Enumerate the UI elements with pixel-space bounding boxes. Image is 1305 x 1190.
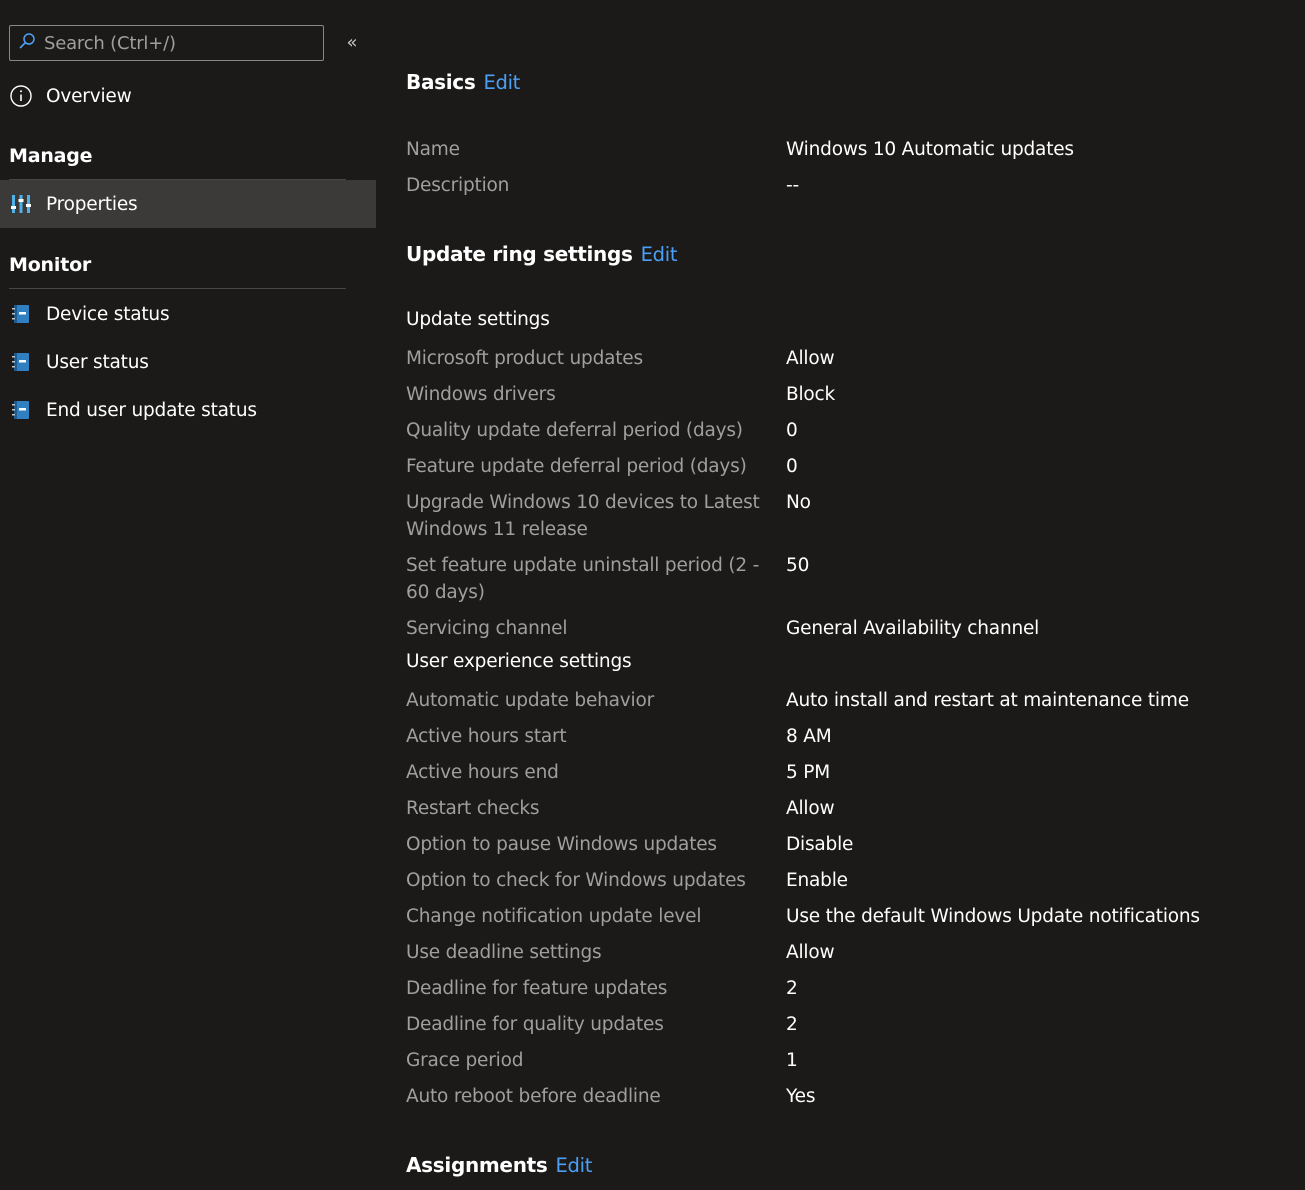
property-value: 0 bbox=[786, 456, 798, 477]
report-icon bbox=[9, 350, 33, 374]
property-value: Allow bbox=[786, 798, 835, 819]
section-title: Update ring settings bbox=[406, 242, 633, 266]
nav-item-overview[interactable]: Overview bbox=[0, 72, 376, 120]
property-value: Windows 10 Automatic updates bbox=[786, 139, 1074, 160]
property-value: Use the default Windows Update notificat… bbox=[786, 906, 1200, 927]
collapse-sidebar-button[interactable]: « bbox=[342, 31, 362, 53]
property-value: 2 bbox=[786, 1014, 798, 1035]
property-value: Yes bbox=[786, 1086, 816, 1107]
nav-item-end-user-update-status[interactable]: End user update status bbox=[0, 386, 376, 434]
update-settings-header: Update settings bbox=[406, 309, 550, 330]
property-label: Set feature update uninstall period (2 -… bbox=[406, 555, 760, 603]
property-label: Feature update deferral period (days) bbox=[406, 456, 747, 477]
property-value: 5 PM bbox=[786, 762, 830, 783]
edit-assignments-link[interactable]: Edit bbox=[556, 1154, 593, 1177]
property-value: Allow bbox=[786, 942, 835, 963]
property-label: Restart checks bbox=[406, 798, 540, 819]
property-label: Automatic update behavior bbox=[406, 690, 655, 711]
property-label: Deadline for feature updates bbox=[406, 978, 668, 999]
sidebar: Search (Ctrl+/) « Overview Manage Proper… bbox=[0, 0, 376, 1190]
section-header-update-ring-settings: Update ring settings Edit bbox=[406, 242, 677, 266]
section-title: Assignments bbox=[406, 1153, 548, 1177]
property-value: General Availability channel bbox=[786, 618, 1040, 639]
property-label: Servicing channel bbox=[406, 618, 568, 639]
property-label: Quality update deferral period (days) bbox=[406, 420, 743, 441]
property-label: Microsoft product updates bbox=[406, 348, 643, 369]
property-value: 8 AM bbox=[786, 726, 832, 747]
property-value: Auto install and restart at maintenance … bbox=[786, 690, 1189, 711]
properties-icon bbox=[9, 192, 33, 216]
property-value: Enable bbox=[786, 870, 848, 891]
nav-item-user-status[interactable]: User status bbox=[0, 338, 376, 386]
report-icon bbox=[9, 398, 33, 422]
properties-panel: Basics Edit Name Windows 10 Automatic upd… bbox=[406, 0, 1286, 1190]
nav-item-properties[interactable]: Properties bbox=[0, 180, 376, 228]
property-label: Active hours end bbox=[406, 762, 559, 783]
property-value: 2 bbox=[786, 978, 798, 999]
property-value: Disable bbox=[786, 834, 854, 855]
property-label: Deadline for quality updates bbox=[406, 1014, 664, 1035]
section-title: Basics bbox=[406, 70, 476, 94]
property-label: Description bbox=[406, 175, 510, 196]
property-value: Allow bbox=[786, 348, 835, 369]
nav-item-label: Overview bbox=[46, 85, 132, 107]
user-experience-settings-header: User experience settings bbox=[406, 651, 632, 672]
nav-item-label: End user update status bbox=[46, 399, 257, 421]
property-value: 1 bbox=[786, 1050, 798, 1071]
nav-item-label: Properties bbox=[46, 193, 138, 215]
property-value: 0 bbox=[786, 420, 798, 441]
divider bbox=[9, 288, 346, 289]
monitor-header: Monitor bbox=[9, 254, 92, 276]
edit-update-ring-link[interactable]: Edit bbox=[641, 243, 678, 266]
property-value: Block bbox=[786, 384, 836, 405]
info-icon bbox=[9, 84, 33, 108]
property-label: Option to pause Windows updates bbox=[406, 834, 717, 855]
edit-basics-link[interactable]: Edit bbox=[483, 71, 520, 94]
property-value: -- bbox=[786, 175, 799, 196]
property-label: Auto reboot before deadline bbox=[406, 1086, 661, 1107]
property-value: No bbox=[786, 492, 811, 513]
report-icon bbox=[9, 302, 33, 326]
section-header-basics: Basics Edit bbox=[406, 70, 520, 94]
property-label: Name bbox=[406, 139, 460, 160]
property-label: Grace period bbox=[406, 1050, 524, 1071]
double-chevron-left-icon: « bbox=[346, 31, 358, 53]
property-label: Use deadline settings bbox=[406, 942, 602, 963]
nav-item-device-status[interactable]: Device status bbox=[0, 290, 376, 338]
section-header-assignments: Assignments Edit bbox=[406, 1153, 592, 1177]
nav-item-label: User status bbox=[46, 351, 149, 373]
search-placeholder: Search (Ctrl+/) bbox=[44, 32, 176, 54]
property-label: Change notification update level bbox=[406, 906, 702, 927]
property-label: Upgrade Windows 10 devices to Latest Win… bbox=[406, 492, 760, 540]
nav-item-label: Device status bbox=[46, 303, 170, 325]
search-input[interactable]: Search (Ctrl+/) bbox=[9, 25, 324, 61]
manage-header: Manage bbox=[9, 145, 93, 167]
search-icon bbox=[18, 32, 36, 54]
property-value: 50 bbox=[786, 555, 810, 576]
property-label: Active hours start bbox=[406, 726, 567, 747]
property-label: Windows drivers bbox=[406, 384, 556, 405]
property-label: Option to check for Windows updates bbox=[406, 870, 746, 891]
